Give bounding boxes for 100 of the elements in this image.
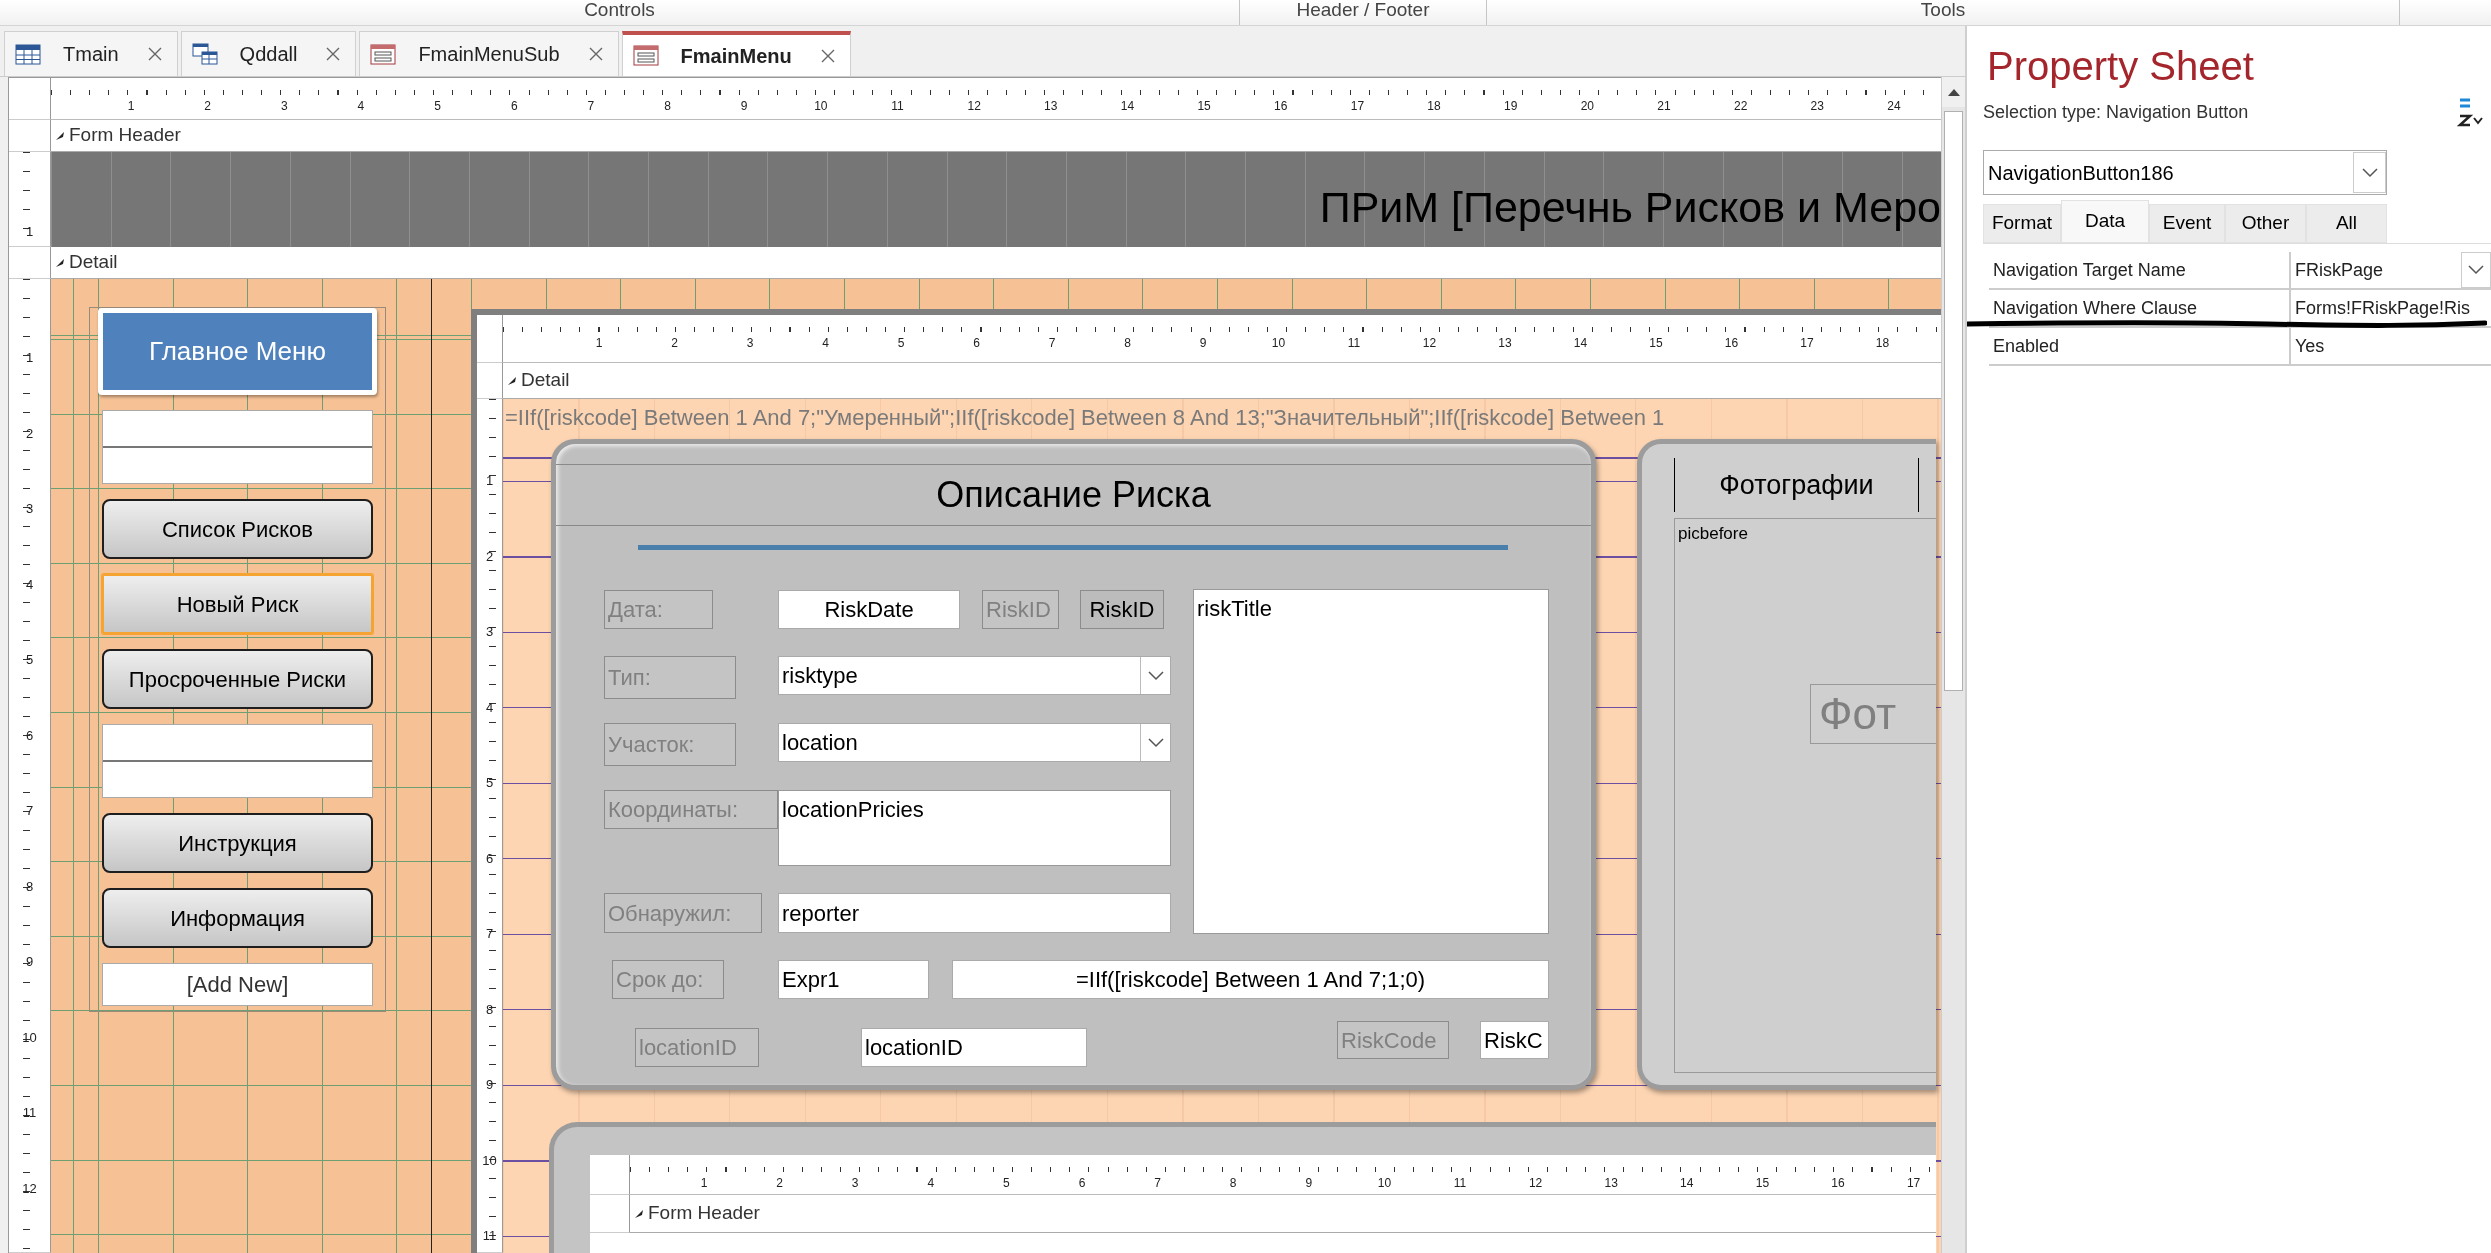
ruler-number: 8 [664, 100, 671, 113]
property-value-dropdown[interactable]: FRiskPage [2291, 252, 2491, 288]
close-icon[interactable] [325, 46, 342, 62]
text-field[interactable]: RiskDate [778, 590, 960, 629]
page-tab[interactable]: Фотографии [1674, 458, 1919, 512]
ruler-number: 12 [1528, 1177, 1543, 1190]
document-tab[interactable]: Qddall [180, 31, 357, 76]
field-label: RiskCode [1337, 1021, 1449, 1059]
ruler-number: 4 [25, 577, 34, 592]
scrollbar-thumb[interactable] [1944, 111, 1963, 691]
section-selector[interactable] [9, 247, 51, 279]
ribbon-group-label: Tools [1487, 0, 2400, 25]
section-selector[interactable] [590, 1195, 630, 1233]
property-name: Navigation Target Name [1989, 252, 2291, 288]
ruler-number: 4 [357, 100, 365, 113]
text-area[interactable]: locationPricies [778, 790, 1171, 866]
ruler-number: 2 [671, 337, 678, 350]
ruler-number: 14 [1680, 1177, 1694, 1190]
ruler-number: 2 [25, 426, 34, 441]
ruler-number: 9 [1199, 337, 1207, 350]
section-selector[interactable] [590, 1155, 630, 1195]
close-icon[interactable] [819, 47, 836, 64]
property-tab[interactable]: Data [2061, 200, 2149, 243]
text-field[interactable]: Expr1 [778, 960, 929, 999]
query-icon [191, 42, 218, 66]
section-label: Form Header [648, 1201, 760, 1226]
ruler-number: 21 [1657, 100, 1671, 113]
document-tab[interactable]: FmainMenu [621, 31, 851, 76]
property-name: Navigation Where Clause [1989, 290, 2291, 326]
text-field[interactable]: reporter [778, 893, 1171, 933]
ruler-number: 15 [1755, 1177, 1770, 1190]
field-label: RiskID [982, 590, 1059, 629]
ruler-number: 17 [1350, 100, 1365, 113]
close-icon[interactable] [146, 46, 163, 62]
sort-icon[interactable] [2457, 96, 2483, 128]
nav-button[interactable]: Просроченные Риски [102, 649, 373, 709]
ruler-number: 2 [204, 100, 211, 113]
property-value[interactable]: Forms!FRiskPage!Ris [2291, 290, 2491, 326]
ribbon-group-label: Controls [0, 0, 1240, 25]
nav-button[interactable]: Список Рисков [102, 499, 373, 559]
ruler-number: 6 [1078, 1177, 1086, 1190]
ruler-number: 6 [25, 728, 34, 743]
nav-button[interactable]: Информация [102, 888, 373, 948]
ruler-number: 10 [1377, 1177, 1392, 1190]
ruler-number: 22 [1733, 100, 1748, 113]
caret-up-icon [1947, 88, 1960, 96]
section-marker-icon [55, 257, 65, 268]
ruler-number: 24 [1887, 100, 1901, 113]
ruler-number: 10 [22, 1030, 37, 1045]
ruler-number: 9 [740, 100, 748, 113]
chevron-down-icon [1147, 737, 1164, 748]
property-tab[interactable]: Format [1983, 204, 2061, 243]
ruler-number: 9 [485, 1078, 494, 1092]
ruler-number: 5 [1003, 1177, 1010, 1190]
section-selector[interactable] [477, 363, 503, 399]
document-tab[interactable]: FmainMenuSub [359, 31, 619, 76]
ruler-number: 8 [485, 1002, 494, 1017]
section-label: Detail [521, 368, 570, 393]
combo-field[interactable]: risktype [778, 656, 1171, 695]
property-tab[interactable]: Other [2225, 204, 2306, 243]
scroll-up-button[interactable] [1942, 77, 1965, 107]
ruler-number: 20 [1580, 100, 1594, 113]
ruler-number: 19 [1504, 100, 1518, 113]
ruler-number: 14 [1573, 337, 1588, 350]
ruler-number: 5 [434, 100, 441, 113]
ruler-number: 14 [1120, 100, 1135, 113]
form-icon [632, 44, 659, 67]
nav-button[interactable]: Инструкция [102, 813, 373, 873]
text-field[interactable]: =IIf([riskcode] Between 1 And 7;1;0) [952, 960, 1549, 999]
combo-field[interactable]: location [778, 723, 1171, 762]
document-tab[interactable]: Tmain [4, 31, 178, 76]
text-area[interactable]: riskTitle [1193, 589, 1549, 934]
ruler-number: 15 [1649, 337, 1663, 350]
object-dropdown[interactable]: NavigationButton186 [1983, 150, 2387, 195]
section-selector[interactable] [9, 120, 51, 152]
text-field[interactable]: RiskC [1480, 1021, 1549, 1059]
ruler-number: 1 [595, 337, 603, 350]
text-field[interactable]: locationID [861, 1028, 1087, 1067]
empty-nav-item[interactable] [102, 410, 373, 484]
chevron-down-icon [2361, 167, 2378, 178]
close-icon[interactable] [587, 46, 604, 62]
ruler-number: 13 [1498, 337, 1512, 350]
empty-nav-item[interactable] [102, 724, 373, 798]
field-label: Координаты: [604, 790, 778, 829]
card-title: Описание Риска [556, 464, 1591, 526]
property-tab[interactable]: All [2306, 204, 2387, 243]
ruler-number: 16 [1724, 337, 1739, 350]
section-marker-icon [507, 375, 517, 386]
table-icon [15, 42, 41, 66]
ruler-number: 11 [1347, 337, 1361, 350]
scrollbar[interactable] [1941, 77, 1965, 1253]
property-value[interactable]: Yes [2291, 328, 2491, 364]
section-selector[interactable] [477, 315, 503, 363]
ruler-number: 11 [1453, 1177, 1467, 1190]
expression-text: =IIf([riskcode] Between 1 And 7;"Умеренный";IIf([riskcode] Between 8 And 13;"Значительный";IIf([riskcode] Between 1 [505, 404, 1665, 432]
property-tab[interactable]: Event [2149, 204, 2225, 243]
ruler-number: 3 [746, 337, 754, 350]
ruler-number: 9 [25, 955, 34, 969]
add-new-item[interactable]: [Add New] [102, 963, 373, 1006]
nav-button[interactable]: Новый Риск [102, 574, 373, 634]
